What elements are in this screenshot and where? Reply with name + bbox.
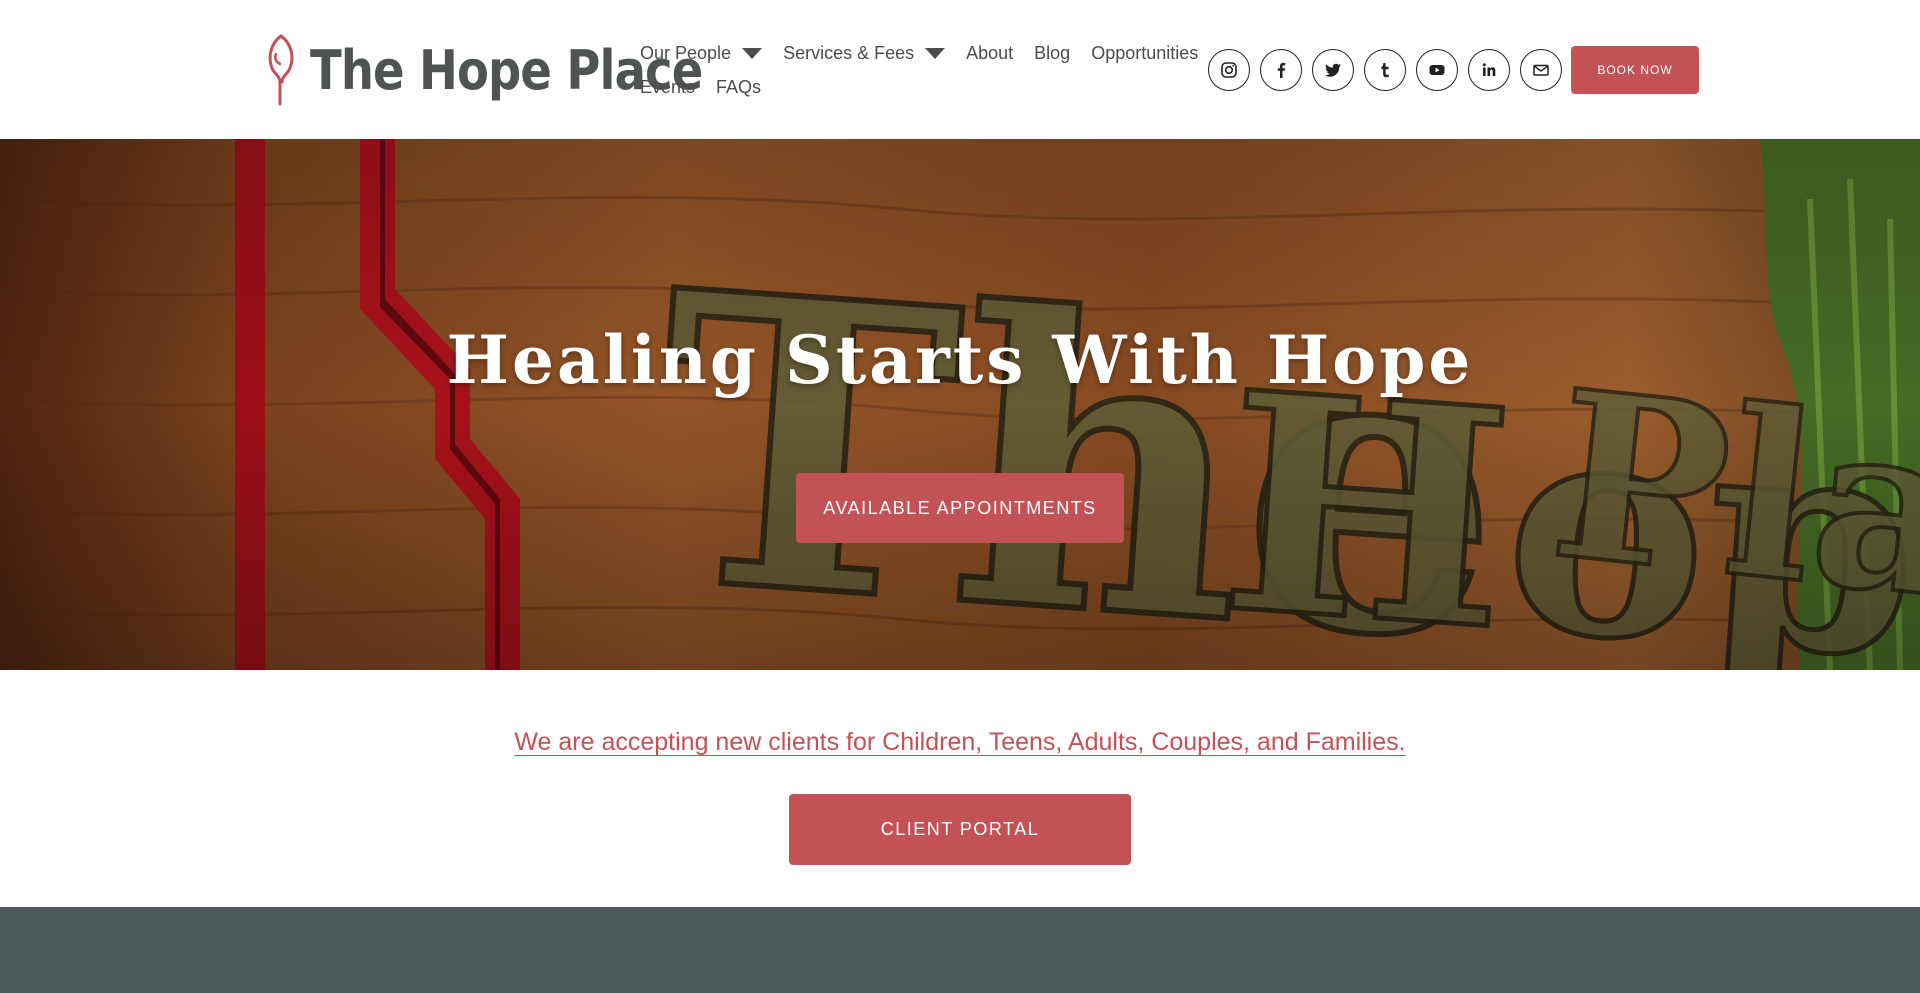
nav-item-label: Our People <box>640 42 732 63</box>
accepting-clients-link[interactable]: We are accepting new clients for Childre… <box>514 728 1405 756</box>
nav-item-label: Opportunities <box>1091 42 1199 63</box>
nav-item-label: Events <box>640 76 696 97</box>
nav-item-our-people[interactable]: Our People <box>640 42 763 64</box>
nav-row: Our People Services & Fees About Blog Op… <box>640 36 1198 70</box>
book-now-button[interactable]: BOOK NOW <box>1571 46 1699 94</box>
client-portal-button[interactable]: CLIENT PORTAL <box>789 794 1131 865</box>
site-header: The Hope Place Our People Services & Fee… <box>0 0 1920 139</box>
nav-item-faqs[interactable]: FAQs <box>716 77 761 98</box>
hero-section: The Hope Place Healing Starts With Hope … <box>0 139 1920 670</box>
nav-item-blog[interactable]: Blog <box>1034 43 1070 64</box>
hero-background-image: The Hope Place <box>0 139 1920 670</box>
facebook-icon[interactable] <box>1260 49 1302 91</box>
email-icon[interactable] <box>1520 49 1562 91</box>
nav-item-services-fees[interactable]: Services & Fees <box>783 42 946 64</box>
nav-row: Events FAQs <box>640 70 1180 104</box>
social-links <box>1208 49 1572 91</box>
nav-item-opportunities[interactable]: Opportunities <box>1091 43 1198 64</box>
twitter-icon[interactable] <box>1312 49 1354 91</box>
feather-logo-icon <box>268 34 294 106</box>
instagram-icon[interactable] <box>1208 49 1250 91</box>
main-nav: Our People Services & Fees About Blog Op… <box>640 36 1198 104</box>
nav-item-label: Services & Fees <box>783 42 915 63</box>
tumblr-icon[interactable] <box>1364 49 1406 91</box>
footer-band <box>0 907 1920 993</box>
nav-item-label: Blog <box>1034 42 1071 63</box>
accepting-clients-text: We are accepting new clients for Childre… <box>0 728 1920 757</box>
caret-down-icon <box>925 47 946 59</box>
nav-item-events[interactable]: Events <box>640 77 695 98</box>
nav-item-label: FAQs <box>716 76 762 97</box>
linkedin-icon[interactable] <box>1468 49 1510 91</box>
available-appointments-button[interactable]: AVAILABLE APPOINTMENTS <box>796 473 1124 543</box>
hero-title: Healing Starts With Hope <box>446 321 1474 399</box>
nav-item-label: About <box>966 42 1014 63</box>
caret-down-icon <box>742 47 763 59</box>
nav-item-about[interactable]: About <box>966 43 1013 64</box>
youtube-icon[interactable] <box>1416 49 1458 91</box>
